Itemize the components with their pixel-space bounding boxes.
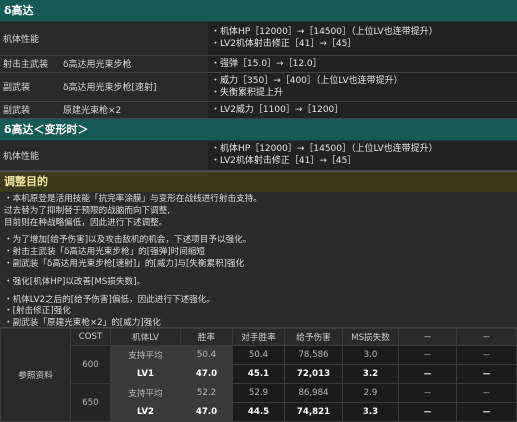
- empty-cell: －: [398, 402, 457, 422]
- empty-cell: －: [398, 345, 457, 365]
- row-sublabel: 原建光束枪×2: [60, 101, 209, 119]
- column-header: 给予伤害: [284, 328, 343, 346]
- reference-data-table: 参照资料 COST 机体LV 胜率 对手胜率 给予伤害 MS损失数 － － 60…: [0, 328, 517, 422]
- adjustment-purpose-header: 调整目的: [0, 171, 517, 192]
- row-values: ・LV2威力［1100］→［1200］: [208, 101, 517, 119]
- section-header-delta-gundam: δ高达: [0, 0, 517, 22]
- column-header: －: [456, 328, 517, 346]
- value-line: ・机体HP［12000］→［14500］（上位LV也连带提升）: [211, 27, 438, 38]
- cost-cell: 650: [70, 383, 111, 422]
- win-rate-cell: 47.0: [180, 364, 233, 384]
- damage-cell: 72,013: [284, 364, 343, 384]
- spec-row: 副武装 δ高达用光束步枪[速射] ・威力［350］→［400］（上位LV也连带提…: [0, 72, 517, 102]
- value-line: ・机体HP［12000］→［14500］（上位LV也连带提升）: [211, 144, 438, 155]
- value-line: ・威力［350］→［400］（上位LV也连带提升）: [211, 75, 403, 86]
- purpose-line: ・机体LV2之后的[给予伤害]偏低，因此进行下述强化。: [4, 294, 215, 305]
- row-label: 副武装: [0, 72, 60, 102]
- row-label: 射击主武装: [0, 55, 60, 73]
- adjustment-purpose-body: ・本机原登是活用技能「抗完率涂膜」与变形在战线进行射击支持。 过去替为了抑制替于…: [0, 192, 517, 328]
- level-cell: LV2: [110, 402, 181, 422]
- row-values: ・机体HP［12000］→［14500］（上位LV也连带提升） ・LV2机体射击…: [208, 22, 517, 56]
- table-row: 600 支持平均 50.4 50.4 78,586 3.0 － －: [1, 345, 517, 384]
- column-header: －: [398, 328, 457, 346]
- empty-cell: －: [398, 364, 457, 384]
- damage-cell: 78,586: [284, 345, 343, 365]
- empty-cell: －: [456, 345, 517, 365]
- purpose-line: ・强化[机体HP]以改善[MS损失数]。: [4, 276, 146, 287]
- row-values: ・强弹［15.0］→［12.0］: [208, 55, 517, 73]
- purpose-line: ・本机原登是活用技能「抗完率涂膜」与变形在战线进行射击支持。: [4, 194, 262, 204]
- transformed-spec-table: 机体性能 ・机体HP［12000］→［14500］（上位LV也连带提升） ・LV…: [0, 140, 517, 171]
- row-label: 机体性能: [0, 22, 209, 56]
- purpose-line: ・[射击修正]强化: [4, 306, 71, 317]
- level-cell: LV1: [110, 364, 181, 384]
- spec-row: 机体性能 ・机体HP［12000］→［14500］（上位LV也连带提升） ・LV…: [0, 22, 517, 56]
- value-line: ・LV2威力［1100］→［1200］: [211, 104, 344, 115]
- column-header: 胜率: [180, 328, 233, 346]
- value-line: ・LV2机体射击修正［41］→［45］: [211, 156, 357, 167]
- row-sublabel: δ高达用光束步枪: [60, 55, 209, 73]
- cost-cell: 600: [70, 345, 111, 384]
- purpose-line: 目前则在种战略偏低，因此进行下述调整。: [4, 217, 168, 228]
- level-cell: 支持平均: [110, 345, 181, 365]
- win-rate-cell: 47.0: [180, 402, 233, 422]
- ms-loss-cell: 3.3: [342, 402, 399, 422]
- purpose-line: 过去替为了抑制替于预限的战脑而向下调整,: [4, 205, 171, 216]
- section-header-delta-gundam-transformed: δ高达＜变形时＞: [0, 118, 517, 141]
- row-sublabel: δ高达用光束步枪[速射]: [60, 72, 209, 102]
- value-line: ・强弹［15.0］→［12.0］: [211, 58, 322, 69]
- value-line: ・LV2机体射击修正［41］→［45］: [211, 39, 357, 50]
- column-header: 对手胜率: [232, 328, 285, 346]
- patch-notes-panel: δ高达 机体性能 ・机体HP［12000］→［14500］（上位LV也连带提升）…: [0, 0, 517, 422]
- purpose-line: ・射击主武装「δ高达用光束步枪」的[强弹]时间缩短: [4, 247, 206, 258]
- row-values: ・威力［350］→［400］（上位LV也连带提升） ・失衡累积提上升: [208, 72, 517, 102]
- column-header: 机体LV: [110, 328, 181, 346]
- empty-cell: －: [456, 364, 517, 384]
- purpose-line: ・副武装「δ高达用光束步枪[速射]」的[威力]与[失衡累积]强化: [4, 258, 245, 269]
- column-header: COST: [70, 328, 111, 346]
- opponent-win-rate-cell: 45.1: [232, 364, 285, 384]
- value-line: ・失衡累积提上升: [211, 87, 284, 98]
- purpose-line: ・为了增加[给予伤害]以及攻击敌机的机会，下述项目予以强化。: [4, 235, 252, 246]
- spec-row: 机体性能 ・机体HP［12000］→［14500］（上位LV也连带提升） ・LV…: [0, 140, 517, 171]
- delta-gundam-spec-table: 机体性能 ・机体HP［12000］→［14500］（上位LV也连带提升） ・LV…: [0, 22, 517, 119]
- damage-cell: 74,821: [284, 402, 343, 422]
- row-values: ・机体HP［12000］→［14500］（上位LV也连带提升） ・LV2机体射击…: [208, 140, 517, 171]
- column-header: MS损失数: [342, 328, 399, 346]
- opponent-win-rate-cell: 50.4: [232, 345, 285, 365]
- ms-loss-cell: 3.2: [342, 364, 399, 384]
- reference-label: 参照资料: [0, 328, 71, 422]
- opponent-win-rate-cell: 44.5: [232, 402, 285, 422]
- table-header-row: 参照资料 COST 机体LV 胜率 对手胜率 给予伤害 MS损失数 － －: [0, 328, 517, 422]
- win-rate-cell: 50.4: [180, 345, 233, 365]
- row-label: 机体性能: [0, 140, 208, 171]
- spec-row: 副武装 原建光束枪×2 ・LV2威力［1100］→［1200］: [0, 101, 517, 119]
- empty-cell: －: [456, 402, 517, 422]
- spec-row: 射击主武装 δ高达用光束步枪 ・强弹［15.0］→［12.0］: [0, 55, 517, 73]
- ms-loss-cell: 3.0: [342, 345, 399, 365]
- row-label: 副武装: [0, 101, 60, 119]
